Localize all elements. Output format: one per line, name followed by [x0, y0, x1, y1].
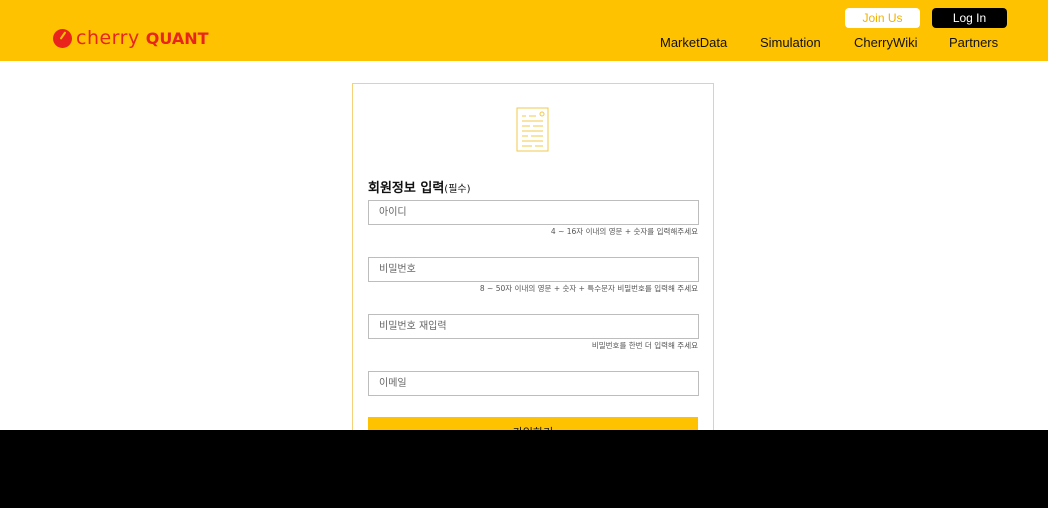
cherry-quant-logo[interactable]: cherry QUANT [53, 27, 209, 49]
password-hint: 8 ~ 50자 이내의 영문 + 숫자 + 특수문자 비밀번호를 입력해 주세요 [479, 284, 698, 293]
signup-submit-button[interactable]: 가입하기 [368, 417, 698, 430]
site-header: cherry QUANT Join Us Log In MarketData S… [0, 0, 1048, 61]
password-input[interactable] [368, 257, 699, 282]
logo-brand: QUANT [145, 28, 209, 48]
form-title-required: (필수) [444, 184, 471, 195]
nav-simulation[interactable]: Simulation [760, 35, 821, 50]
form-section-title: 회원정보 입력(필수) [368, 177, 471, 196]
nav-cherry-wiki[interactable]: CherryWiki [854, 35, 918, 50]
email-input[interactable] [368, 371, 699, 396]
signup-form-card: 회원정보 입력(필수) 4 ~ 16자 이내의 영문 + 숫자를 입력해주세요 … [352, 83, 714, 430]
form-title-text: 회원정보 입력 [368, 181, 445, 196]
nav-market-data[interactable]: MarketData [660, 35, 727, 50]
username-input[interactable] [368, 200, 699, 225]
username-hint: 4 ~ 16자 이내의 영문 + 숫자를 입력해주세요 [550, 227, 698, 236]
cherry-logo-icon [53, 28, 72, 48]
log-in-button[interactable]: Log In [932, 8, 1007, 28]
password-confirm-input[interactable] [368, 314, 699, 339]
page-viewport: cherry QUANT Join Us Log In MarketData S… [0, 0, 1048, 430]
nav-partners[interactable]: Partners [949, 35, 998, 50]
logo-word: cherry [76, 27, 140, 49]
join-us-button[interactable]: Join Us [845, 8, 920, 28]
password-confirm-hint: 비밀번호를 한번 더 입력해 주세요 [591, 341, 698, 350]
document-form-icon [516, 107, 549, 152]
